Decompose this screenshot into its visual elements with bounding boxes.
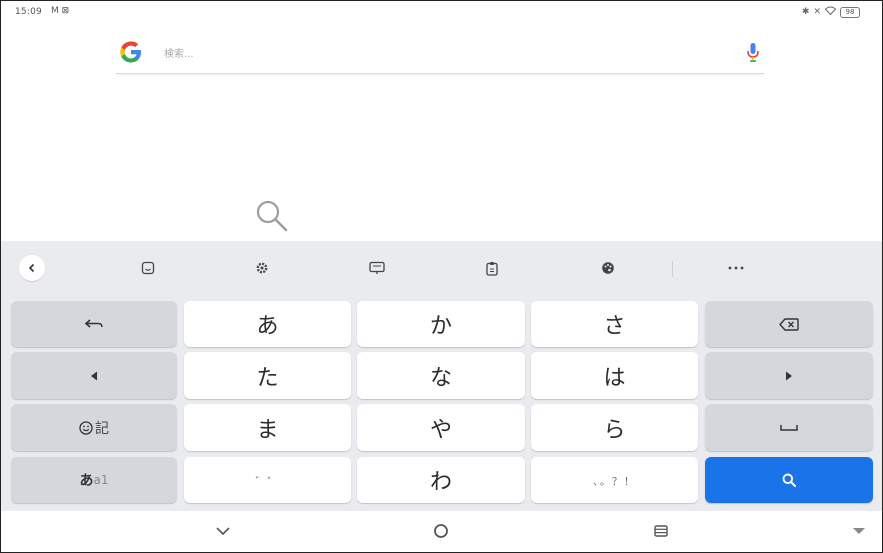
keyboard-toolbar <box>1 241 882 293</box>
undo-icon <box>85 319 103 328</box>
input-mode-key[interactable]: あ a1 <box>11 457 177 503</box>
notification-icons: M ⊠ <box>51 6 70 16</box>
hide-keyboard-button[interactable] <box>211 520 235 542</box>
status-bar: 15:09 M ⊠ ✱ ✕ 98 <box>1 1 882 23</box>
arrow-left-icon <box>91 371 97 380</box>
search-icon <box>782 473 796 487</box>
key-ka[interactable]: か <box>357 301 525 347</box>
sticker-button[interactable] <box>135 255 161 281</box>
google-logo-icon <box>120 41 141 63</box>
key-a[interactable]: あ <box>184 301 351 347</box>
keyboard-switch-button[interactable] <box>847 520 871 542</box>
emoji-symbol-key[interactable]: 記 <box>11 404 177 451</box>
gear-icon <box>256 262 268 274</box>
space-icon <box>780 425 798 431</box>
cursor-right-key[interactable] <box>705 352 873 399</box>
japanese-keyboard: あ か さ た な は 記 ま や ら あ a1 ゛゜ わ 、。？！ <box>1 241 882 511</box>
key-ha[interactable]: は <box>531 352 698 399</box>
clipboard-icon <box>486 261 498 276</box>
backspace-icon <box>779 317 799 331</box>
recents-icon <box>654 525 668 537</box>
space-key[interactable] <box>705 404 873 451</box>
punctuation-key-label: 、。？！ <box>593 476 636 488</box>
toolbar-back-button[interactable] <box>19 255 45 281</box>
more-options-button[interactable] <box>723 255 749 281</box>
arrow-right-icon <box>786 371 792 380</box>
key-wa[interactable]: わ <box>357 457 525 503</box>
key-ra[interactable]: ら <box>531 404 698 451</box>
mode-key-alnum: a1 <box>93 473 109 487</box>
chevron-down-icon <box>216 527 230 535</box>
dakuten-key-label: ゛゜ <box>255 476 280 488</box>
google-search-bar[interactable] <box>116 35 764 74</box>
search-input[interactable] <box>162 44 706 64</box>
key-na[interactable]: な <box>357 352 525 399</box>
home-circle-icon <box>434 524 448 538</box>
emoji-icon <box>79 420 93 435</box>
mic-icon[interactable] <box>746 41 760 63</box>
status-right-icons: ✱ ✕ 98 <box>802 6 860 18</box>
bluetooth-icon: ✱ <box>801 7 810 17</box>
chevron-left-icon <box>28 263 35 273</box>
key-ma[interactable]: ま <box>184 404 351 451</box>
dakuten-key[interactable]: ゛゜ <box>184 457 351 503</box>
search-enter-key[interactable] <box>705 457 873 503</box>
undo-key[interactable] <box>11 301 177 347</box>
more-horizontal-icon <box>728 266 744 270</box>
key-sa[interactable]: さ <box>531 301 698 347</box>
home-button[interactable] <box>429 520 453 542</box>
emoji-key-label: 記 <box>95 420 109 437</box>
palette-icon <box>602 262 614 274</box>
backspace-key[interactable] <box>705 301 873 347</box>
key-ya[interactable]: や <box>357 404 525 451</box>
punctuation-key[interactable]: 、。？！ <box>531 457 698 503</box>
one-handed-mode-button[interactable] <box>364 255 390 281</box>
mute-icon: ✕ <box>813 7 821 17</box>
navigation-bar <box>1 511 882 552</box>
wifi-icon <box>824 6 837 18</box>
keyboard-switch-icon <box>853 528 865 534</box>
sticker-icon <box>141 261 155 275</box>
toolbar-divider <box>672 261 673 277</box>
theme-button[interactable] <box>595 255 621 281</box>
mode-key-kana: あ <box>79 473 94 489</box>
status-time: 15:09 <box>15 7 42 17</box>
clipboard-button[interactable] <box>479 255 505 281</box>
battery-icon: 98 <box>840 6 860 18</box>
settings-button[interactable] <box>249 255 275 281</box>
keyboard-layout-icon <box>369 261 385 274</box>
search-icon <box>256 200 288 232</box>
recents-button[interactable] <box>649 520 673 542</box>
key-ta[interactable]: た <box>184 352 351 399</box>
cursor-left-key[interactable] <box>11 352 177 399</box>
screen: 15:09 M ⊠ ✱ ✕ 98 検索... あ か さ た な は 記 ま や… <box>0 0 883 553</box>
